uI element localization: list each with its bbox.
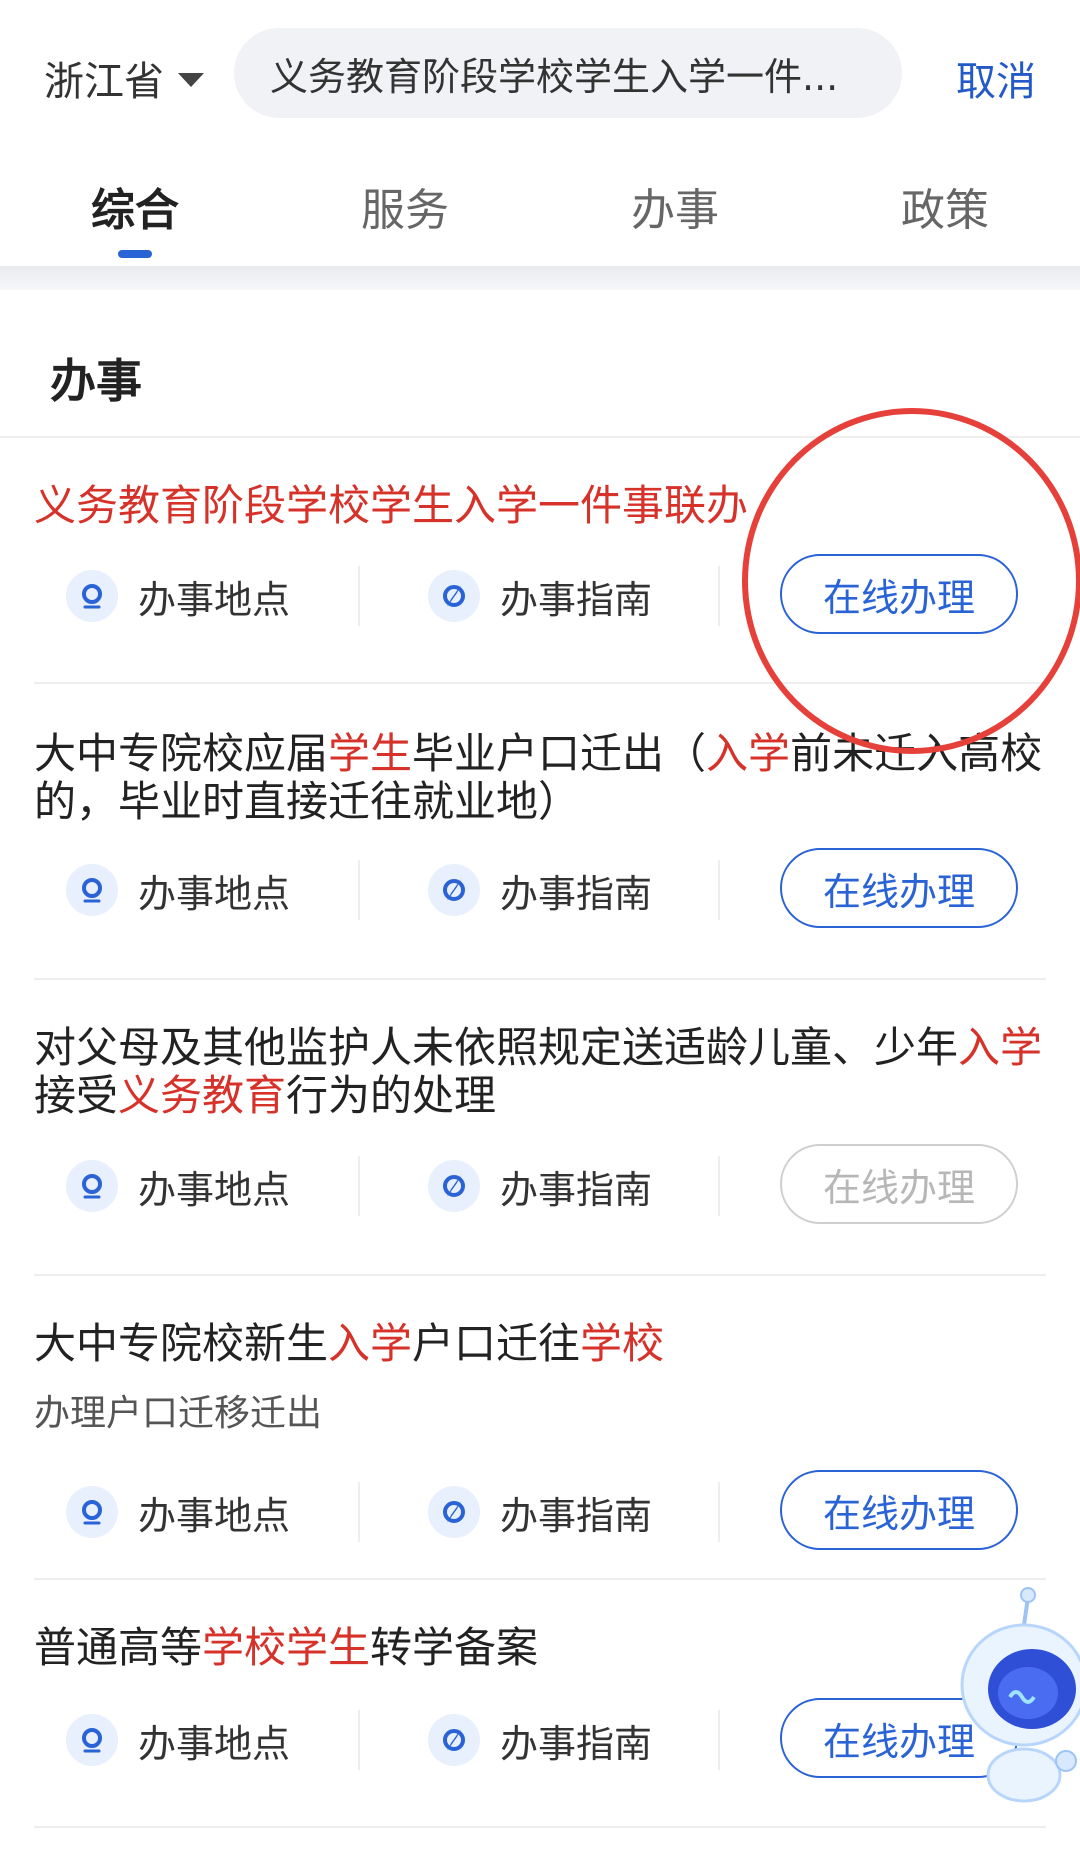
- action-row: 办事地点 办事指南 在线办理: [0, 848, 1080, 932]
- divider: [358, 566, 360, 626]
- divider: [718, 1156, 720, 1216]
- search-input[interactable]: 义务教育阶段学校学生入学一件...: [234, 28, 902, 118]
- title-text: 接受: [34, 1071, 119, 1120]
- divider: [34, 1826, 1046, 1828]
- robot-assistant-icon[interactable]: [958, 1585, 1080, 1805]
- title-highlight: 义务教育阶段学校学生入学一件事联办: [34, 481, 749, 530]
- section-title: 办事: [50, 354, 142, 408]
- location-label: 办事地点: [138, 1167, 291, 1212]
- section-separator-band: [0, 266, 1080, 290]
- location-pin-icon: [66, 570, 118, 622]
- location-label: 办事地点: [138, 577, 291, 622]
- region-selector[interactable]: 浙江省: [44, 48, 204, 108]
- search-query-text: 义务教育阶段学校学生入学一件...: [270, 54, 839, 99]
- guide-link[interactable]: 办事指南: [428, 1698, 652, 1782]
- divider: [718, 860, 720, 920]
- title-text: 行为的处理: [286, 1071, 497, 1120]
- title-text: 毕业户口迁出（: [412, 729, 707, 778]
- page: 浙江省 义务教育阶段学校学生入学一件... 取消 综合 服务 办事 政策 办事 …: [0, 0, 1080, 1849]
- compass-icon: [428, 570, 480, 622]
- guide-label: 办事指南: [500, 871, 653, 916]
- divider: [34, 1274, 1046, 1276]
- title-highlight: 入学: [706, 729, 791, 778]
- online-apply-button[interactable]: 在线办理: [780, 848, 1018, 928]
- guide-link[interactable]: 办事指南: [428, 848, 652, 932]
- guide-label: 办事指南: [500, 1493, 653, 1538]
- divider: [718, 1482, 720, 1542]
- online-apply-button[interactable]: 在线办理: [780, 1470, 1018, 1550]
- tab-comprehensive[interactable]: 综合: [91, 174, 179, 238]
- divider: [358, 860, 360, 920]
- item-subtitle: 办理户口迁移迁出: [34, 1393, 323, 1434]
- guide-label: 办事指南: [500, 1721, 653, 1766]
- title-text: 大中专院校应届: [34, 729, 329, 778]
- compass-icon: [428, 864, 480, 916]
- compass-icon: [428, 1160, 480, 1212]
- item-title[interactable]: 对父母及其他监护人未依照规定送适龄儿童、少年入学接受义务教育行为的处理: [34, 1024, 1054, 1120]
- guide-link[interactable]: 办事指南: [428, 554, 652, 638]
- title-text: 转学备案: [370, 1623, 539, 1672]
- tab-affairs[interactable]: 办事: [631, 174, 719, 238]
- annotation-circle: [742, 408, 1080, 754]
- title-text: 普通高等: [34, 1623, 203, 1672]
- active-tab-indicator: [118, 250, 152, 258]
- divider: [358, 1710, 360, 1770]
- divider: [718, 1710, 720, 1770]
- title-text: 大中专院校新生: [34, 1319, 329, 1368]
- divider: [358, 1482, 360, 1542]
- title-text: 对父母及其他监护人未依照规定送适龄儿童、少年: [34, 1023, 959, 1072]
- guide-link[interactable]: 办事指南: [428, 1470, 652, 1554]
- tab-services[interactable]: 服务: [361, 174, 449, 238]
- title-text: 户口迁往: [412, 1319, 581, 1368]
- location-pin-icon: [66, 864, 118, 916]
- title-highlight: 学生: [328, 729, 413, 778]
- action-row: 办事地点 办事指南 在线办理: [0, 1470, 1080, 1554]
- title-highlight: 学校: [580, 1319, 665, 1368]
- guide-label: 办事指南: [500, 577, 653, 622]
- location-label: 办事地点: [138, 1721, 291, 1766]
- guide-label: 办事指南: [500, 1167, 653, 1212]
- location-label: 办事地点: [138, 1493, 291, 1538]
- title-highlight: 入学: [328, 1319, 413, 1368]
- title-highlight: 入学: [958, 1023, 1043, 1072]
- cancel-button[interactable]: 取消: [956, 48, 1036, 108]
- caret-down-icon: [178, 73, 204, 87]
- tab-policy[interactable]: 政策: [901, 174, 989, 238]
- title-highlight: 义务教育: [118, 1071, 287, 1120]
- location-label: 办事地点: [138, 871, 291, 916]
- item-title[interactable]: 普通高等学校学生转学备案: [34, 1624, 1054, 1672]
- action-row: 办事地点 办事指南 在线办理: [0, 1144, 1080, 1228]
- divider: [34, 978, 1046, 980]
- search-header: 浙江省 义务教育阶段学校学生入学一件... 取消: [0, 0, 1080, 150]
- location-link[interactable]: 办事地点: [66, 554, 290, 638]
- location-link[interactable]: 办事地点: [66, 1470, 290, 1554]
- region-label: 浙江省: [44, 59, 164, 105]
- location-pin-icon: [66, 1714, 118, 1766]
- location-link[interactable]: 办事地点: [66, 848, 290, 932]
- guide-link[interactable]: 办事指南: [428, 1144, 652, 1228]
- action-row: 办事地点 办事指南 在线办理: [0, 1698, 1080, 1782]
- compass-icon: [428, 1486, 480, 1538]
- location-pin-icon: [66, 1486, 118, 1538]
- compass-icon: [428, 1714, 480, 1766]
- divider: [358, 1156, 360, 1216]
- category-tabs: 综合 服务 办事 政策: [0, 160, 1080, 260]
- divider: [34, 1578, 1046, 1580]
- divider: [718, 566, 720, 626]
- location-link[interactable]: 办事地点: [66, 1698, 290, 1782]
- item-title[interactable]: 大中专院校新生入学户口迁往学校: [34, 1320, 1054, 1368]
- location-pin-icon: [66, 1160, 118, 1212]
- title-highlight: 学校学生: [202, 1623, 371, 1672]
- online-apply-button-disabled: 在线办理: [780, 1144, 1018, 1224]
- location-link[interactable]: 办事地点: [66, 1144, 290, 1228]
